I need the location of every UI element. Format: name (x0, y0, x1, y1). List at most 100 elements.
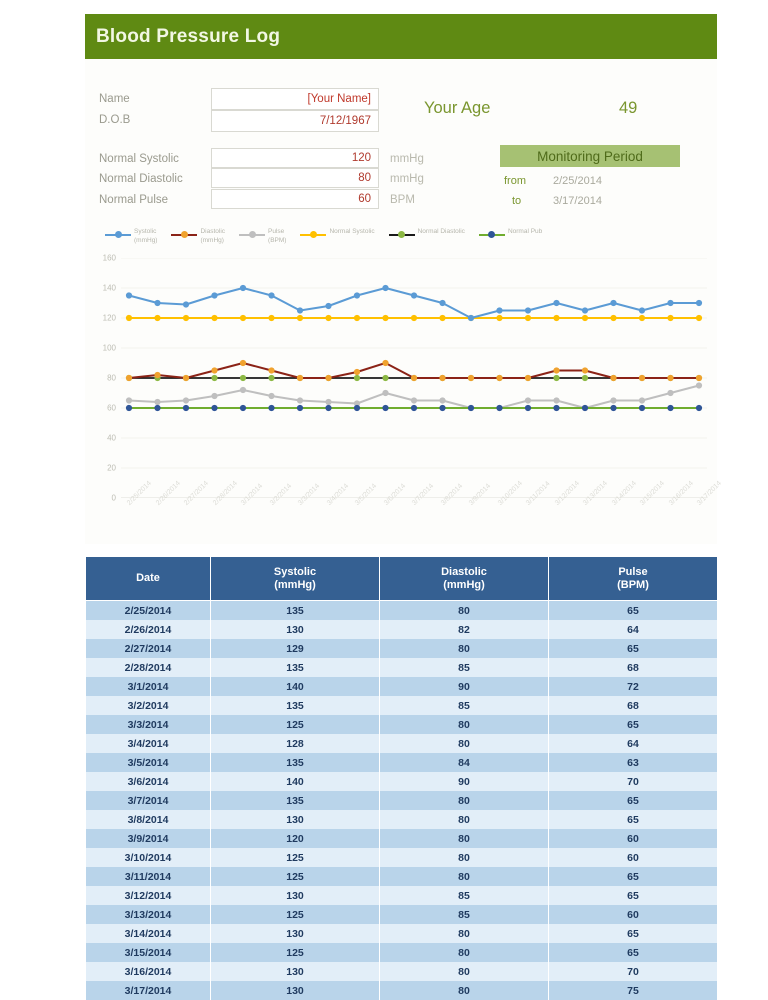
cell-systolic[interactable]: 130 (211, 620, 380, 639)
cell-date[interactable]: 3/16/2014 (86, 962, 211, 981)
normal-diastolic-input[interactable]: 80 (211, 168, 379, 188)
cell-systolic[interactable]: 125 (211, 867, 380, 886)
cell-systolic[interactable]: 135 (211, 696, 380, 715)
cell-pulse[interactable]: 65 (549, 867, 718, 886)
cell-diastolic[interactable]: 84 (380, 753, 549, 772)
cell-systolic[interactable]: 130 (211, 924, 380, 943)
cell-date[interactable]: 3/6/2014 (86, 772, 211, 791)
cell-diastolic[interactable]: 80 (380, 848, 549, 867)
table-row[interactable]: 3/2/20141358568 (86, 696, 718, 715)
cell-systolic[interactable]: 128 (211, 734, 380, 753)
cell-diastolic[interactable]: 90 (380, 677, 549, 696)
table-row[interactable]: 3/10/20141258060 (86, 848, 718, 867)
table-row[interactable]: 3/9/20141208060 (86, 829, 718, 848)
cell-systolic[interactable]: 130 (211, 886, 380, 905)
cell-systolic[interactable]: 135 (211, 658, 380, 677)
cell-systolic[interactable]: 129 (211, 639, 380, 658)
table-row[interactable]: 3/11/20141258065 (86, 867, 718, 886)
cell-date[interactable]: 3/15/2014 (86, 943, 211, 962)
cell-diastolic[interactable]: 90 (380, 772, 549, 791)
table-row[interactable]: 2/26/20141308264 (86, 620, 718, 639)
table-row[interactable]: 3/4/20141288064 (86, 734, 718, 753)
cell-date[interactable]: 3/7/2014 (86, 791, 211, 810)
cell-systolic[interactable]: 125 (211, 715, 380, 734)
cell-date[interactable]: 3/1/2014 (86, 677, 211, 696)
cell-diastolic[interactable]: 80 (380, 981, 549, 1000)
cell-date[interactable]: 3/4/2014 (86, 734, 211, 753)
table-row[interactable]: 2/25/20141358065 (86, 601, 718, 621)
monitoring-to-value[interactable]: 3/17/2014 (553, 195, 602, 207)
table-row[interactable]: 3/12/20141308565 (86, 886, 718, 905)
cell-pulse[interactable]: 65 (549, 943, 718, 962)
cell-pulse[interactable]: 65 (549, 715, 718, 734)
cell-pulse[interactable]: 75 (549, 981, 718, 1000)
cell-pulse[interactable]: 68 (549, 658, 718, 677)
cell-diastolic[interactable]: 82 (380, 620, 549, 639)
cell-date[interactable]: 2/28/2014 (86, 658, 211, 677)
cell-diastolic[interactable]: 85 (380, 905, 549, 924)
table-row[interactable]: 3/6/20141409070 (86, 772, 718, 791)
cell-date[interactable]: 3/10/2014 (86, 848, 211, 867)
cell-date[interactable]: 3/13/2014 (86, 905, 211, 924)
table-row[interactable]: 3/16/20141308070 (86, 962, 718, 981)
cell-date[interactable]: 3/5/2014 (86, 753, 211, 772)
cell-diastolic[interactable]: 80 (380, 639, 549, 658)
cell-date[interactable]: 3/9/2014 (86, 829, 211, 848)
cell-date[interactable]: 3/12/2014 (86, 886, 211, 905)
cell-date[interactable]: 3/17/2014 (86, 981, 211, 1000)
column-header-systolic[interactable]: Systolic(mmHg) (211, 557, 380, 601)
cell-systolic[interactable]: 140 (211, 677, 380, 696)
cell-systolic[interactable]: 130 (211, 810, 380, 829)
cell-diastolic[interactable]: 80 (380, 810, 549, 829)
cell-diastolic[interactable]: 80 (380, 791, 549, 810)
cell-pulse[interactable]: 70 (549, 772, 718, 791)
cell-date[interactable]: 2/26/2014 (86, 620, 211, 639)
cell-pulse[interactable]: 65 (549, 886, 718, 905)
table-row[interactable]: 3/1/20141409072 (86, 677, 718, 696)
monitoring-from-value[interactable]: 2/25/2014 (553, 175, 602, 187)
cell-systolic[interactable]: 130 (211, 962, 380, 981)
cell-pulse[interactable]: 72 (549, 677, 718, 696)
cell-pulse[interactable]: 70 (549, 962, 718, 981)
column-header-diastolic[interactable]: Diastolic(mmHg) (380, 557, 549, 601)
table-row[interactable]: 2/27/20141298065 (86, 639, 718, 658)
column-header-pulse[interactable]: Pulse(BPM) (549, 557, 718, 601)
cell-systolic[interactable]: 125 (211, 848, 380, 867)
cell-pulse[interactable]: 65 (549, 791, 718, 810)
dob-input[interactable]: 7/12/1967 (211, 110, 379, 132)
cell-pulse[interactable]: 65 (549, 810, 718, 829)
cell-pulse[interactable]: 65 (549, 601, 718, 621)
cell-diastolic[interactable]: 85 (380, 696, 549, 715)
cell-date[interactable]: 3/14/2014 (86, 924, 211, 943)
cell-pulse[interactable]: 68 (549, 696, 718, 715)
table-row[interactable]: 3/7/20141358065 (86, 791, 718, 810)
cell-diastolic[interactable]: 80 (380, 943, 549, 962)
cell-systolic[interactable]: 130 (211, 981, 380, 1000)
cell-pulse[interactable]: 64 (549, 734, 718, 753)
table-row[interactable]: 3/13/20141258560 (86, 905, 718, 924)
cell-systolic[interactable]: 120 (211, 829, 380, 848)
cell-date[interactable]: 2/27/2014 (86, 639, 211, 658)
cell-pulse[interactable]: 65 (549, 639, 718, 658)
cell-diastolic[interactable]: 80 (380, 715, 549, 734)
cell-pulse[interactable]: 60 (549, 829, 718, 848)
cell-systolic[interactable]: 135 (211, 753, 380, 772)
cell-systolic[interactable]: 135 (211, 601, 380, 621)
cell-diastolic[interactable]: 80 (380, 962, 549, 981)
cell-pulse[interactable]: 63 (549, 753, 718, 772)
column-header-date[interactable]: Date (86, 557, 211, 601)
table-row[interactable]: 3/15/20141258065 (86, 943, 718, 962)
cell-systolic[interactable]: 140 (211, 772, 380, 791)
table-row[interactable]: 3/3/20141258065 (86, 715, 718, 734)
cell-diastolic[interactable]: 80 (380, 867, 549, 886)
cell-date[interactable]: 3/11/2014 (86, 867, 211, 886)
table-row[interactable]: 2/28/20141358568 (86, 658, 718, 677)
cell-pulse[interactable]: 60 (549, 848, 718, 867)
cell-diastolic[interactable]: 80 (380, 924, 549, 943)
name-input[interactable]: [Your Name] (211, 88, 379, 110)
table-row[interactable]: 3/5/20141358463 (86, 753, 718, 772)
cell-pulse[interactable]: 64 (549, 620, 718, 639)
cell-systolic[interactable]: 135 (211, 791, 380, 810)
normal-pulse-input[interactable]: 60 (211, 189, 379, 209)
table-row[interactable]: 3/17/20141308075 (86, 981, 718, 1000)
